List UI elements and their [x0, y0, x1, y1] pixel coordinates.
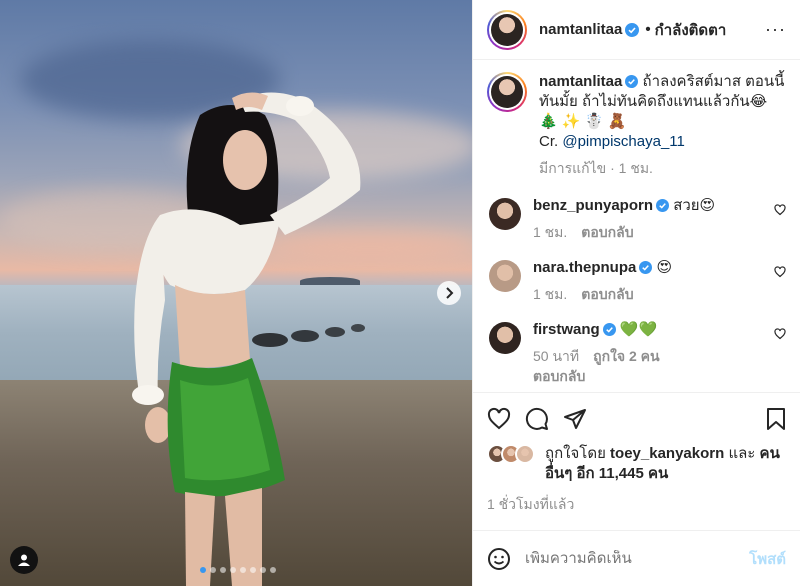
- post-timestamp[interactable]: 1 ชั่วโมงที่แล้ว: [473, 484, 800, 516]
- comment-time[interactable]: 50 นาที: [533, 348, 579, 364]
- likes-user[interactable]: toey_kanyakorn: [610, 445, 724, 462]
- comment-meta: 50 นาที ถูกใจ 2 คนตอบกลับ: [533, 346, 786, 386]
- header-separator: •: [645, 21, 651, 38]
- carousel-dot: [240, 567, 246, 573]
- share-icon: [564, 408, 586, 429]
- likes-middle: และ: [724, 445, 760, 462]
- caption-mention[interactable]: @pimpischaya_11: [562, 133, 685, 150]
- next-arrow-icon: [446, 287, 454, 299]
- post-comment-button[interactable]: โพสต์: [749, 547, 786, 571]
- comment-body: firstwang 💚💚 50 นาที ถูกใจ 2 คนตอบกลับ: [533, 320, 786, 386]
- comment-thread: benz_punyaporn สวย😍 1 ชม. ตอบกลับ nara.th…: [487, 196, 786, 386]
- commenter-avatar[interactable]: [489, 322, 521, 354]
- verified-icon: [625, 22, 640, 37]
- share-button[interactable]: [563, 407, 587, 431]
- caption-username[interactable]: namtanlitaa: [539, 73, 622, 90]
- comment-body: benz_punyaporn สวย😍 1 ชม. ตอบกลับ: [533, 196, 786, 242]
- liker-avatar[interactable]: [515, 444, 535, 464]
- likes-summary: ถูกใจโดย toey_kanyakorn และ คนอื่นๆ อีก …: [473, 444, 800, 484]
- carousel-dot: [270, 567, 276, 573]
- commenter-username[interactable]: firstwang: [533, 321, 600, 338]
- comment-text: 💚💚: [619, 321, 658, 338]
- comment-meta: 1 ชม. ตอบกลับ: [533, 284, 786, 304]
- comments-list: namtanlitaa ถ้าลงคริสต์มาส ตอนนี้ทันมั้ย…: [473, 60, 800, 392]
- likers-avatars: [487, 444, 535, 464]
- add-comment-bar: โพสต์: [473, 530, 800, 586]
- reply-button[interactable]: ตอบกลับ: [581, 224, 633, 240]
- avatar-border: [489, 74, 525, 110]
- commenter-username[interactable]: benz_punyaporn: [533, 197, 653, 214]
- caption-avatar[interactable]: [487, 72, 527, 112]
- comment-item: benz_punyaporn สวย😍 1 ชม. ตอบกลับ: [487, 196, 786, 242]
- emoji-icon: [488, 547, 510, 570]
- caption-meta: มีการแก้ไข · 1 ชม.: [539, 160, 653, 176]
- comment-meta: 1 ชม. ตอบกลับ: [533, 222, 786, 242]
- comment-likes[interactable]: ถูกใจ 2 คน: [593, 348, 660, 364]
- comment-body: nara.thepnupa 😍 1 ชม. ตอบกลับ: [533, 258, 786, 304]
- post-details-panel: namtanlitaa • กำลังติดตา ··· namtanlitaa…: [472, 0, 800, 586]
- avatar-image: [491, 13, 523, 46]
- person-figure: [132, 92, 361, 586]
- post-header: namtanlitaa • กำลังติดตา ···: [473, 0, 800, 60]
- comment-time[interactable]: 1 ชม.: [533, 286, 567, 302]
- comment-like-icon[interactable]: [774, 204, 786, 216]
- comment-icon: [525, 407, 548, 430]
- like-button[interactable]: [487, 407, 511, 431]
- carousel-dot: [220, 567, 226, 573]
- caption-text-block: namtanlitaa ถ้าลงคริสต์มาส ตอนนี้ทันมั้ย…: [539, 72, 786, 152]
- caption: namtanlitaa ถ้าลงคริสต์มาส ตอนนี้ทันมั้ย…: [487, 72, 786, 180]
- comment-item: nara.thepnupa 😍 1 ชม. ตอบกลับ: [487, 258, 786, 304]
- commenter-username[interactable]: nara.thepnupa: [533, 259, 636, 276]
- following-button[interactable]: กำลังติดตา: [655, 18, 727, 42]
- comment-button[interactable]: [525, 407, 549, 431]
- reply-button[interactable]: ตอบกลับ: [581, 286, 633, 302]
- heart-icon: [487, 407, 511, 429]
- carousel-dot: [260, 567, 266, 573]
- comment-text: สวย😍: [673, 197, 716, 214]
- post-photo: [0, 0, 472, 586]
- user-tag-icon: [18, 554, 30, 566]
- comment-input[interactable]: [525, 550, 736, 567]
- verified-icon: [602, 323, 616, 336]
- carousel-dot: [200, 567, 206, 573]
- comment-text: 😍: [656, 259, 673, 276]
- verified-icon: [639, 261, 653, 274]
- avatar-image: [491, 76, 523, 108]
- commenter-avatar[interactable]: [489, 198, 521, 230]
- author-username[interactable]: namtanlitaa: [539, 21, 622, 38]
- carousel-indicator: [200, 567, 276, 573]
- avatar-border: [489, 11, 525, 48]
- comment-like-icon[interactable]: [774, 328, 786, 340]
- comment-like-icon[interactable]: [774, 266, 786, 278]
- more-options-button[interactable]: ···: [757, 19, 786, 40]
- likes-text[interactable]: ถูกใจโดย toey_kanyakorn และ คนอื่นๆ อีก …: [545, 444, 786, 484]
- comment-item: firstwang 💚💚 50 นาที ถูกใจ 2 คนตอบกลับ: [487, 320, 786, 386]
- commenter-avatar[interactable]: [489, 260, 521, 292]
- verified-icon: [656, 199, 670, 212]
- comment-time[interactable]: 1 ชม.: [533, 224, 567, 240]
- verified-icon: [625, 75, 639, 88]
- caption-credit-prefix: Cr.: [539, 133, 563, 150]
- tagged-users-button[interactable]: [10, 546, 38, 574]
- instagram-post-modal: namtanlitaa • กำลังติดตา ··· namtanlitaa…: [0, 0, 800, 586]
- save-icon: [767, 407, 785, 430]
- save-button[interactable]: [766, 407, 786, 431]
- carousel-dot: [210, 567, 216, 573]
- carousel-dot: [250, 567, 256, 573]
- reply-button[interactable]: ตอบกลับ: [533, 368, 585, 384]
- action-bar: [473, 392, 800, 444]
- carousel-dot: [230, 567, 236, 573]
- author-avatar[interactable]: [487, 9, 527, 50]
- likes-prefix: ถูกใจโดย: [545, 445, 611, 462]
- next-image-button[interactable]: [437, 281, 461, 305]
- emoji-button[interactable]: [487, 547, 511, 571]
